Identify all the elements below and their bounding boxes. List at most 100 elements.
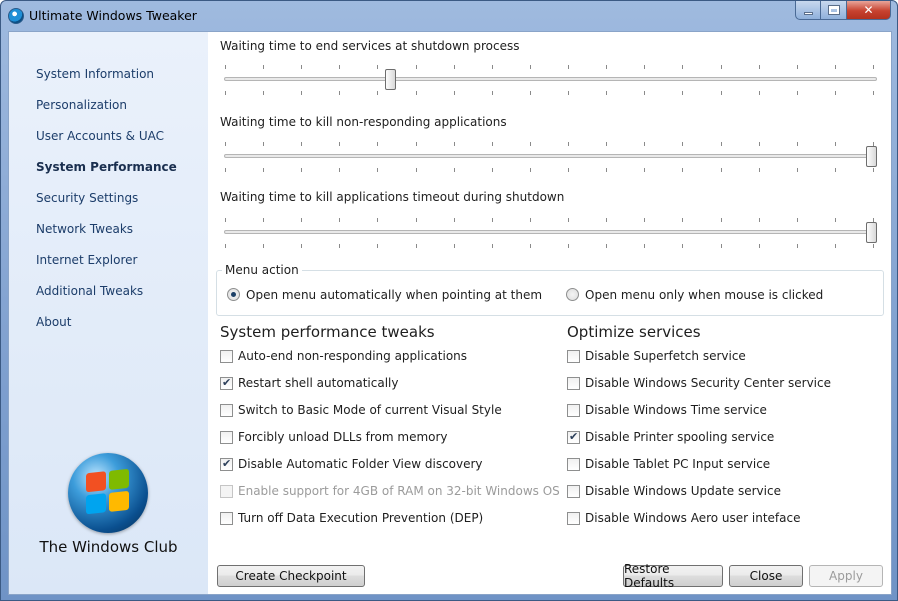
checkbox-label[interactable]: Disable Windows Update service (585, 484, 781, 498)
slider-tick (644, 218, 645, 222)
slider-tick (301, 91, 302, 95)
slider-tick (530, 218, 531, 222)
slider-tick (530, 65, 531, 69)
radio-label-open-on-click[interactable]: Open menu only when mouse is clicked (585, 288, 823, 302)
slider-tick (530, 142, 531, 146)
restore-defaults-button[interactable]: Restore Defaults (623, 562, 723, 590)
checkbox-dep[interactable] (220, 512, 233, 525)
brand-name: The Windows Club (39, 538, 178, 556)
sidebar-item-security-settings[interactable]: Security Settings (36, 191, 138, 205)
window-title: Ultimate Windows Tweaker (29, 8, 197, 23)
slider-tick (568, 142, 569, 146)
slider-tick (339, 91, 340, 95)
sidebar-item-user-accounts[interactable]: User Accounts & UAC (36, 129, 164, 143)
sidebar-item-internet-explorer[interactable]: Internet Explorer (36, 253, 137, 267)
slider-tick (644, 142, 645, 146)
slider-tick (225, 218, 226, 222)
sidebar-item-about[interactable]: About (36, 315, 71, 329)
checkbox-printer-spooling[interactable] (567, 430, 580, 444)
slider-tick (568, 218, 569, 222)
slider-tick (263, 65, 264, 69)
sidebar-item-personalization[interactable]: Personalization (36, 98, 127, 112)
checkbox-aero[interactable] (567, 512, 580, 525)
windows-logo-icon (68, 453, 148, 533)
slider-tick (835, 218, 836, 222)
checkbox-label[interactable]: Restart shell automatically (238, 376, 398, 390)
slider-tick (263, 244, 264, 248)
checkbox-label[interactable]: Disable Windows Time service (585, 403, 767, 417)
slider-tick (416, 91, 417, 95)
sidebar-item-network-tweaks[interactable]: Network Tweaks (36, 222, 133, 236)
slider-tick (759, 65, 760, 69)
checkbox-label[interactable]: Disable Superfetch service (585, 349, 746, 363)
checkbox-folder-view[interactable] (220, 457, 233, 471)
slider-tick (568, 65, 569, 69)
checkbox-restart-shell[interactable] (220, 376, 233, 390)
performance-section-title: System performance tweaks (220, 323, 435, 341)
checkbox-4gb-ram (220, 485, 233, 498)
checkbox-label[interactable]: Disable Automatic Folder View discovery (238, 457, 483, 471)
slider-thumb-end-services[interactable] (385, 69, 396, 90)
slider-tick (492, 168, 493, 172)
slider-tick (606, 142, 607, 146)
checkbox-label: Enable support for 4GB of RAM on 32-bit … (238, 484, 560, 498)
minimize-button[interactable] (795, 1, 821, 20)
slider-tick (416, 65, 417, 69)
radio-open-on-click[interactable] (566, 288, 579, 301)
apply-button: Apply (809, 565, 883, 587)
slider-tick (835, 168, 836, 172)
checkbox-label[interactable]: Forcibly unload DLLs from memory (238, 430, 448, 444)
checkbox-label[interactable]: Turn off Data Execution Prevention (DEP) (238, 511, 483, 525)
slider-thumb-kill-timeout[interactable] (866, 222, 877, 243)
slider-tick (416, 142, 417, 146)
checkbox-tablet-pc[interactable] (567, 458, 580, 471)
title-bar[interactable]: Ultimate Windows Tweaker ✕ (1, 1, 898, 31)
slider-tick (454, 142, 455, 146)
close-button[interactable]: Close (729, 565, 803, 587)
slider-tick (568, 168, 569, 172)
slider-label-end-services: Waiting time to end services at shutdown… (220, 39, 520, 53)
close-window-button[interactable]: ✕ (847, 1, 891, 20)
close-icon: ✕ (863, 3, 874, 17)
checkbox-windows-update[interactable] (567, 485, 580, 498)
slider-tick (416, 244, 417, 248)
window-frame: Ultimate Windows Tweaker ✕ System Inform… (0, 0, 898, 601)
create-checkpoint-button[interactable]: Create Checkpoint (217, 565, 365, 587)
checkbox-basic-mode[interactable] (220, 404, 233, 417)
sidebar-item-system-performance[interactable]: System Performance (36, 160, 177, 174)
checkbox-label[interactable]: Auto-end non-responding applications (238, 349, 467, 363)
slider-tick (682, 168, 683, 172)
radio-label-open-on-point[interactable]: Open menu automatically when pointing at… (246, 288, 542, 302)
slider-tick (568, 244, 569, 248)
slider-tick (301, 218, 302, 222)
slider-track-end-services[interactable] (224, 77, 877, 81)
slider-tick (225, 168, 226, 172)
sidebar-item-additional-tweaks[interactable]: Additional Tweaks (36, 284, 143, 298)
slider-tick (797, 218, 798, 222)
checkbox-unload-dlls[interactable] (220, 431, 233, 444)
slider-tick (721, 91, 722, 95)
slider-track-kill-apps[interactable] (224, 154, 877, 158)
slider-ticks (225, 91, 875, 95)
checkbox-label[interactable]: Disable Tablet PC Input service (585, 457, 770, 471)
maximize-button[interactable] (821, 1, 847, 20)
slider-tick (682, 142, 683, 146)
slider-tick (644, 91, 645, 95)
checkbox-windows-time[interactable] (567, 404, 580, 417)
checkbox-label[interactable]: Disable Windows Security Center service (585, 376, 831, 390)
slider-tick (225, 65, 226, 69)
sidebar-item-system-information[interactable]: System Information (36, 67, 154, 81)
slider-thumb-kill-apps[interactable] (866, 146, 877, 167)
radio-open-on-point[interactable] (227, 288, 240, 301)
slider-tick (263, 91, 264, 95)
checkbox-security-center[interactable] (567, 377, 580, 390)
checkbox-auto-end[interactable] (220, 350, 233, 363)
checkbox-label[interactable]: Switch to Basic Mode of current Visual S… (238, 403, 502, 417)
checkbox-label[interactable]: Disable Windows Aero user inteface (585, 511, 801, 525)
app-icon[interactable] (8, 8, 24, 24)
slider-tick (835, 91, 836, 95)
checkbox-superfetch[interactable] (567, 350, 580, 363)
main-panel: Waiting time to end services at shutdown… (208, 32, 891, 594)
slider-track-kill-timeout[interactable] (224, 230, 877, 234)
checkbox-label[interactable]: Disable Printer spooling service (585, 430, 774, 444)
